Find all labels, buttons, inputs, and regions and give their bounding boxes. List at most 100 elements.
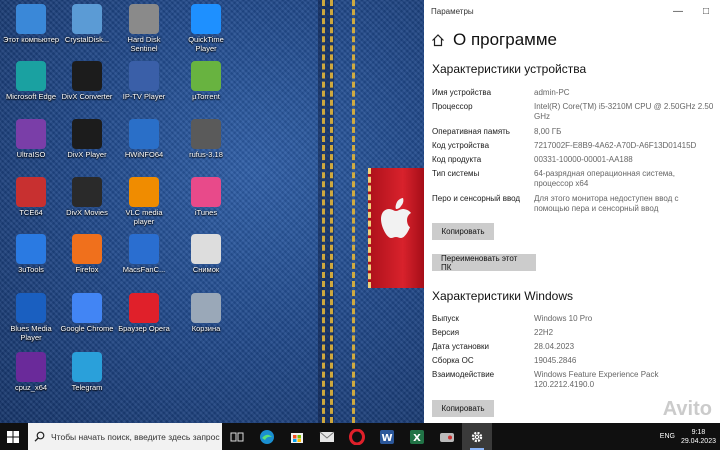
desktop-icon[interactable]: Microsoft Edge — [2, 61, 60, 102]
ultraiso-icon — [16, 119, 46, 149]
desktop-icon-label: Корзина — [191, 324, 221, 333]
spec-key: Имя устройства — [432, 88, 492, 97]
desktop-icon[interactable]: QuickTime Player — [177, 4, 235, 53]
desktop-icon-label: cpuz_x64 — [14, 383, 48, 392]
desktop-icon-label: iTunes — [194, 208, 218, 217]
desktop-icon[interactable]: Blues Media Player — [2, 293, 60, 342]
spec-key: Взаимодействие — [432, 370, 495, 379]
spec-key: Оперативная память — [432, 127, 510, 136]
window-titlebar[interactable]: Параметры — □ — [424, 0, 720, 22]
taskbar-word[interactable]: W — [372, 423, 402, 450]
desktop-icon-label: DivX Converter — [61, 92, 113, 101]
desktop-icon[interactable]: cpuz_x64 — [2, 352, 60, 393]
rename-pc-button[interactable]: Переименовать этот ПК — [432, 254, 536, 272]
spec-key: Дата установки — [432, 342, 489, 351]
task-view-button[interactable] — [222, 423, 252, 450]
home-icon[interactable] — [431, 33, 445, 47]
start-button[interactable] — [0, 423, 26, 450]
taskbar-edge[interactable] — [252, 423, 282, 450]
desktop-icon-label: IP-TV Player — [122, 92, 166, 101]
computer-icon — [16, 4, 46, 34]
search-placeholder: Чтобы начать поиск, введите здесь запрос — [51, 431, 220, 442]
crystaldisk-icon — [72, 4, 102, 34]
minimize-button[interactable]: — — [664, 0, 692, 22]
quicktime-icon — [191, 4, 221, 34]
spec-value: 19045.2846 — [534, 356, 577, 365]
divx-player-icon — [72, 119, 102, 149]
itunes-icon — [191, 177, 221, 207]
desktop-icon[interactable]: HWiNFO64 — [115, 119, 173, 160]
opera-icon — [349, 428, 365, 445]
system-tray: ENG 9:18 29.04.2023 — [654, 423, 720, 450]
desktop-icon-label: Google Chrome — [60, 324, 114, 333]
desktop-icon[interactable]: rufus-3.18 — [177, 119, 235, 160]
chrome-icon — [72, 293, 102, 323]
desktop-icon-label: Blues Media Player — [10, 324, 52, 342]
macsfan-icon — [129, 234, 159, 264]
taskbar-search-box[interactable]: Чтобы начать поиск, введите здесь запрос — [28, 423, 222, 450]
desktop-icon[interactable]: Браузер Opera — [115, 293, 173, 334]
firefox-icon — [72, 234, 102, 264]
desktop-icon[interactable]: CrystalDisk... — [58, 4, 116, 45]
desktop-icon[interactable]: MacsFanC... — [115, 234, 173, 275]
desktop-icon[interactable]: Google Chrome — [58, 293, 116, 334]
edge-icon — [16, 61, 46, 91]
vlc-icon — [129, 177, 159, 207]
window-title: Параметры — [431, 6, 474, 16]
desktop-icon-label: Hard Disk Sentinel — [127, 35, 161, 53]
taskbar-mail[interactable] — [312, 423, 342, 450]
desktop-icon[interactable]: DivX Movies — [58, 177, 116, 218]
desktop-icon[interactable]: UltraISO — [2, 119, 60, 160]
desktop-icon-label: HWiNFO64 — [124, 150, 164, 159]
desktop-icon-label: UltraISO — [16, 150, 46, 159]
copy-device-specs-button[interactable]: Копировать — [432, 223, 494, 240]
tray-time: 9:18 — [691, 428, 706, 436]
taskbar-excel[interactable]: X — [402, 423, 432, 450]
desktop-icon[interactable]: DivX Converter — [58, 61, 116, 102]
spec-key: Сборка ОС — [432, 356, 474, 365]
jeans-stitch — [330, 0, 333, 423]
desktop-icon-label: DivX Player — [67, 150, 107, 159]
spec-value: 22H2 — [534, 328, 554, 337]
utorrent-icon — [191, 61, 221, 91]
taskbar-settings[interactable] — [462, 423, 492, 450]
desktop-icon-label: Этот компьютер — [2, 35, 60, 44]
desktop-icon[interactable]: Telegram — [58, 352, 116, 393]
copy-windows-specs-button[interactable]: Копировать — [432, 400, 494, 417]
desktop-icon[interactable]: TCE64 — [2, 177, 60, 218]
windows-section-title: Характеристики Windows — [432, 289, 573, 303]
desktop-icon[interactable]: Hard Disk Sentinel — [115, 4, 173, 53]
desktop-icon[interactable]: iTunes — [177, 177, 235, 218]
desktop-icon[interactable]: IP-TV Player — [115, 61, 173, 102]
desktop-icon[interactable]: VLC media player — [115, 177, 173, 226]
apple-logo-icon — [381, 198, 411, 238]
tray-clock[interactable]: 9:18 29.04.2023 — [681, 428, 716, 446]
divx-converter-icon — [72, 61, 102, 91]
desktop-icon[interactable]: Корзина — [177, 293, 235, 334]
snapshot-icon — [191, 234, 221, 264]
desktop-icon[interactable]: 3uTools — [2, 234, 60, 275]
language-indicator[interactable]: ENG — [660, 432, 675, 441]
store-icon — [291, 432, 303, 443]
taskbar-hdd-sentinel[interactable] — [432, 423, 462, 450]
desktop-icon-label: DivX Movies — [66, 208, 108, 217]
windows-logo-icon — [7, 430, 19, 443]
tce-icon — [16, 177, 46, 207]
desktop-icon[interactable]: Firefox — [58, 234, 116, 275]
taskbar-store[interactable] — [282, 423, 312, 450]
desktop-icon[interactable]: Снимок — [177, 234, 235, 275]
recycle-bin-icon — [191, 293, 221, 323]
desktop: Этот компьютер CrystalDisk... Hard Disk Se… — [0, 0, 424, 423]
mail-icon — [319, 431, 335, 442]
avito-watermark: Avito — [662, 398, 712, 420]
desktop-icon[interactable]: DivX Player — [58, 119, 116, 160]
desktop-icon-label: Браузер Opera — [118, 324, 170, 333]
desktop-icon[interactable]: Этот компьютер — [2, 4, 60, 45]
desktop-icon-label: µTorrent — [192, 92, 220, 101]
spec-value: Intel(R) Core(TM) i5-3210M CPU @ 2.50GHz… — [534, 102, 714, 121]
search-icon — [34, 431, 45, 442]
desktop-icon[interactable]: µTorrent — [177, 61, 235, 102]
maximize-button[interactable]: □ — [692, 0, 720, 22]
desktop-icon-label: VLC media player — [125, 208, 163, 226]
taskbar-opera[interactable] — [342, 423, 372, 450]
